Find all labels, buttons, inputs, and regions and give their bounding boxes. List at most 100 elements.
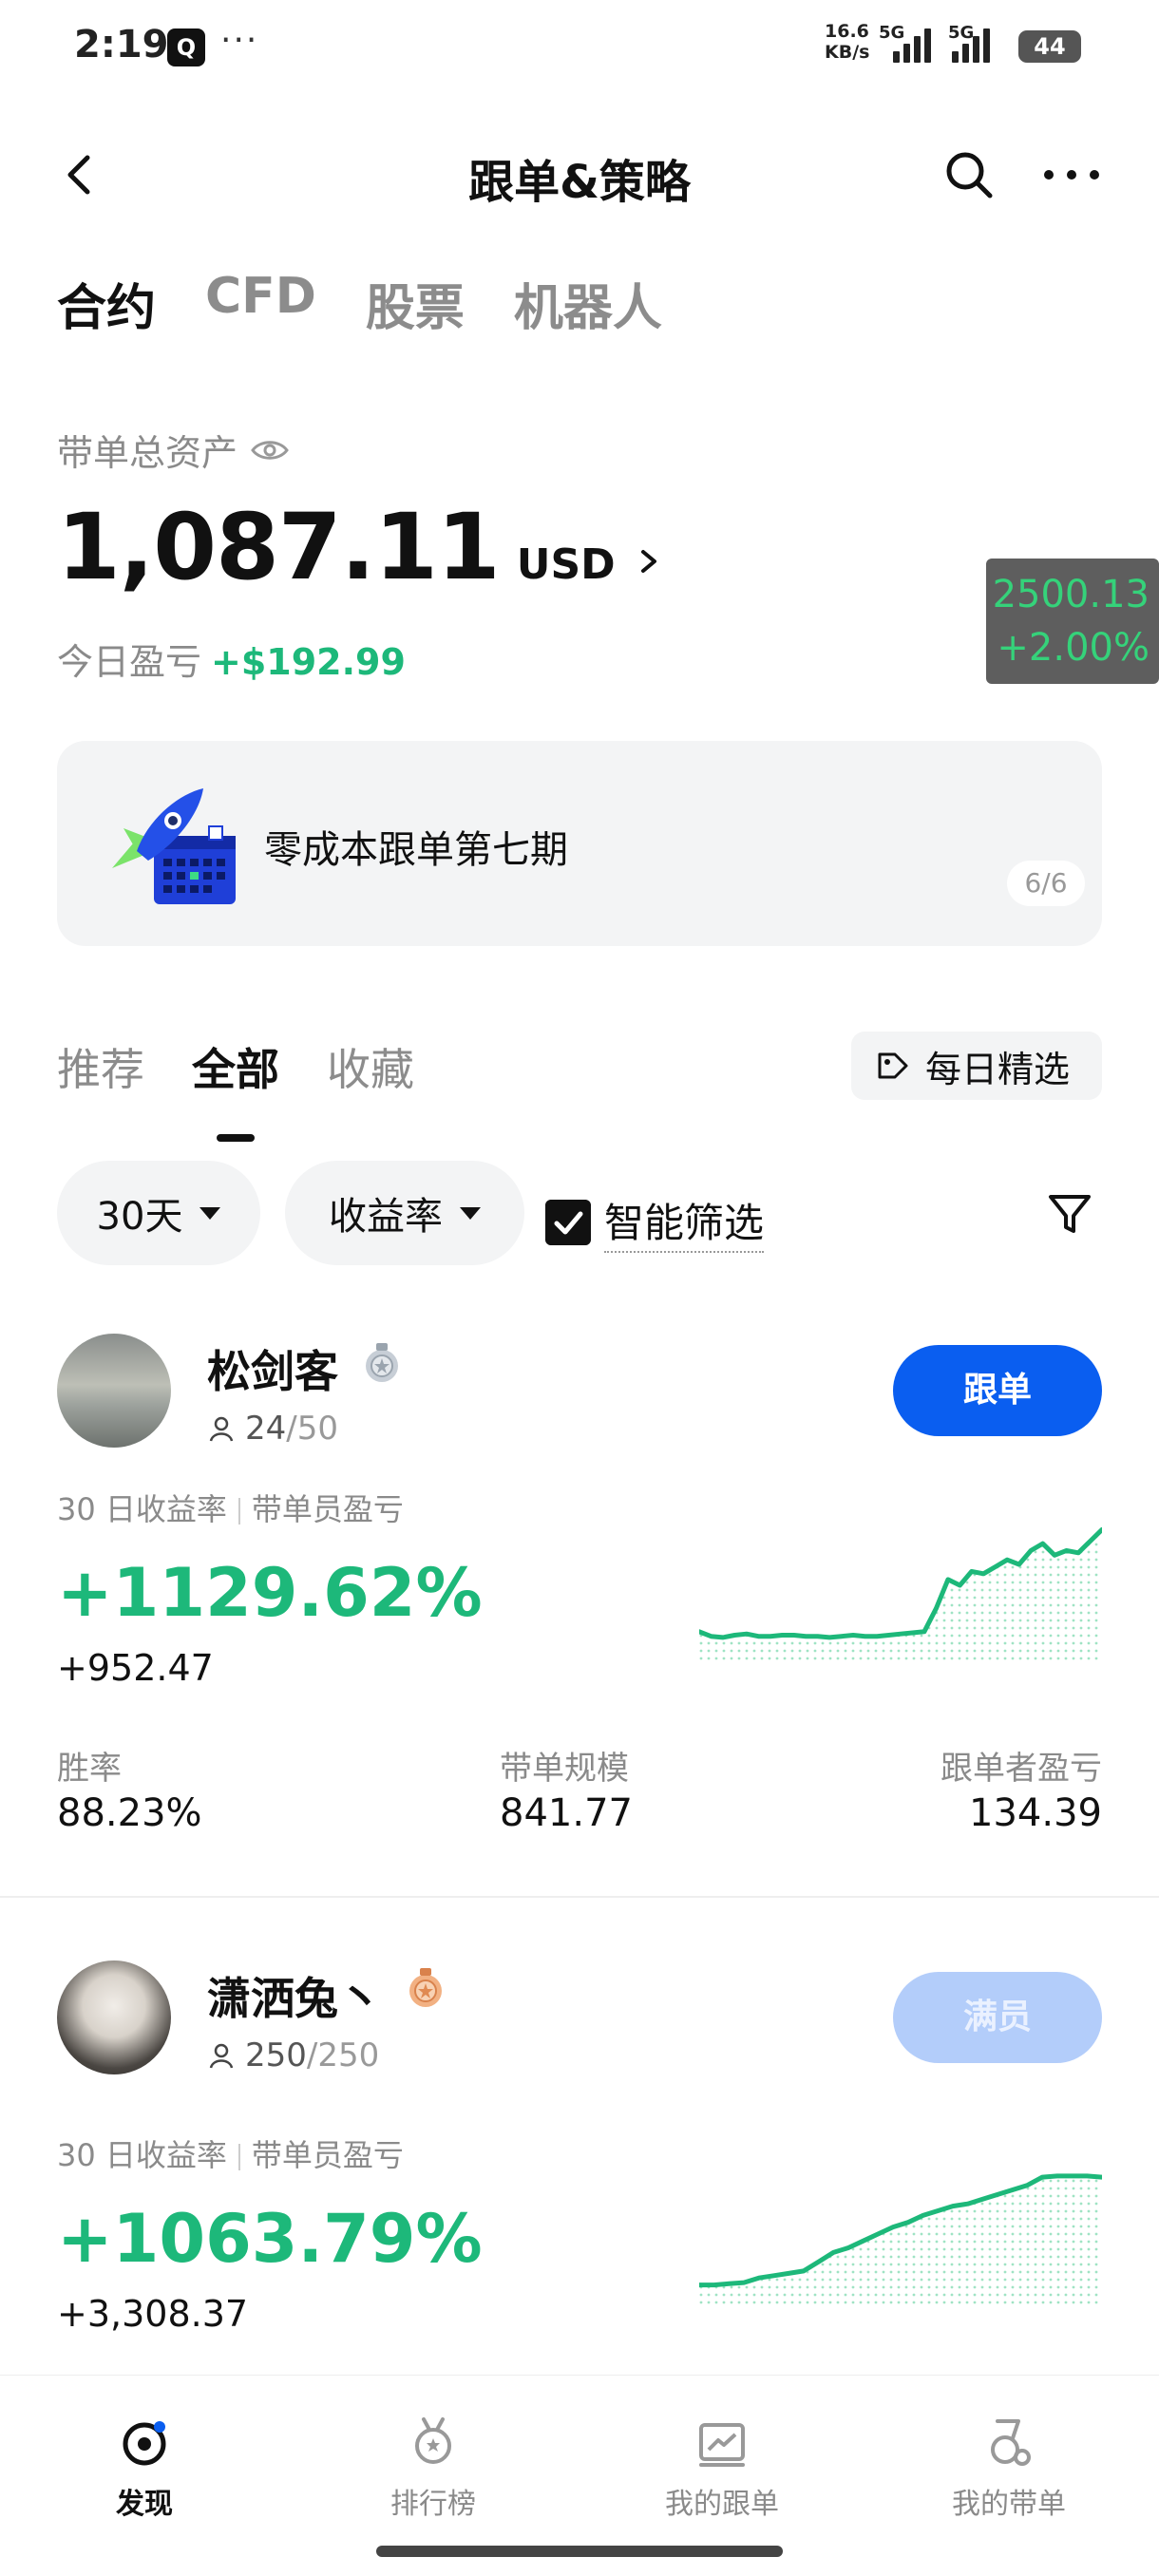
silver-medal-icon <box>366 1343 398 1382</box>
sort-dropdown[interactable]: 收益率 <box>285 1161 524 1265</box>
user-icon <box>209 2043 234 2069</box>
more-notifications-icon: ··· <box>220 21 259 60</box>
caret-down-icon <box>200 1206 221 1220</box>
lead-profit-value: +3,308.37 <box>57 2293 249 2335</box>
roi-sparkline <box>699 1526 1102 1662</box>
banner-title: 零成本跟单第七期 <box>264 828 568 872</box>
top-header: 跟单&策略 <box>0 123 1159 228</box>
eye-icon[interactable] <box>251 437 289 464</box>
follower-capacity: /250 <box>306 2036 380 2074</box>
lead-profit-value: +952.47 <box>57 1647 214 1689</box>
trader-name: 松剑客 <box>207 1346 338 1397</box>
tab-all[interactable]: 全部 <box>192 1035 279 1142</box>
nav-ranking-label: 排行榜 <box>390 2488 476 2521</box>
floating-change: +2.00% <box>997 626 1150 670</box>
follower-pnl-value: 134.39 <box>969 1791 1102 1835</box>
more-options-icon[interactable] <box>1041 148 1102 201</box>
search-icon[interactable] <box>940 146 998 203</box>
tab-bots[interactable]: 机器人 <box>514 268 662 339</box>
follower-pnl-label: 跟单者盈亏 <box>940 1750 1102 1788</box>
app-notification-icon: Q <box>167 28 205 66</box>
trader-card[interactable]: 潇洒兔丶 250/250 满员 30 日收益率 带单员盈亏 +1063.79% +… <box>0 1960 1159 2378</box>
product-tabs: 合约 CFD 股票 机器人 <box>57 268 662 339</box>
follower-count: 250/250 <box>207 2036 379 2074</box>
copy-trade-button[interactable]: 跟单 <box>893 1345 1102 1436</box>
user-icon <box>209 1416 234 1442</box>
tab-contract[interactable]: 合约 <box>57 268 156 339</box>
pnl-label: 带单员盈亏 <box>251 2137 404 2173</box>
promo-banner[interactable]: 零成本跟单第七期 6/6 <box>57 741 1102 946</box>
win-rate-value: 88.23% <box>57 1791 202 1835</box>
chevron-right-icon <box>640 550 656 573</box>
sort-value: 收益率 <box>329 1195 443 1239</box>
avatar[interactable] <box>57 1960 171 2074</box>
trader-list-tabs: 推荐 全部 收藏 <box>57 1035 414 1142</box>
ranking-icon <box>415 2417 451 2464</box>
home-indicator[interactable] <box>376 2546 783 2557</box>
nav-my-lead[interactable]: 我的带单 <box>914 2414 1104 2522</box>
trader-name: 潇洒兔丶 <box>207 1973 382 2024</box>
roi-label: 30 日收益率 <box>57 2137 227 2173</box>
signal-icon <box>893 28 931 63</box>
rocket-calendar-icon <box>112 788 236 904</box>
filter-icon[interactable] <box>1045 1189 1094 1239</box>
sparkline-area <box>699 2175 1102 2306</box>
tab-cfd[interactable]: CFD <box>205 268 316 339</box>
today-pnl-label: 今日盈亏 <box>57 641 202 683</box>
win-rate-label: 胜率 <box>57 1750 122 1788</box>
total-assets-row[interactable]: 1,087.11 USD <box>57 494 661 600</box>
aum-label: 带单规模 <box>500 1750 629 1788</box>
nav-my-copy[interactable]: 我的跟单 <box>627 2414 817 2522</box>
today-pnl-value: +$192.99 <box>211 641 406 683</box>
follower-current: 24 <box>245 1410 287 1448</box>
total-assets-label-row: 带单总资产 <box>57 424 289 476</box>
nav-ranking[interactable]: 排行榜 <box>338 2414 528 2522</box>
status-bar: 2:19 Q ··· 16.6 KB/s 5G 5G 44 <box>0 0 1159 91</box>
follower-capacity: /50 <box>286 1410 338 1448</box>
card-divider <box>0 1896 1159 1898</box>
filter-bar: 30天 收益率 智能筛选 <box>57 1161 1102 1265</box>
pnl-label: 带单员盈亏 <box>251 1491 404 1527</box>
sparkline-area <box>699 1529 1102 1662</box>
network-speed-unit: KB/s <box>825 42 870 63</box>
follower-current: 250 <box>245 2036 307 2074</box>
floating-price: 2500.13 <box>992 573 1150 616</box>
banner-pager: 6/6 <box>1007 861 1085 906</box>
daily-pick-button[interactable]: 每日精选 <box>851 1032 1102 1100</box>
metric-labels: 30 日收益率 带单员盈亏 <box>57 2131 404 2175</box>
period-dropdown[interactable]: 30天 <box>57 1161 260 1265</box>
battery-icon: 44 <box>1018 30 1081 63</box>
checkbox-checked-icon[interactable] <box>545 1199 591 1245</box>
my-lead-icon <box>991 2419 1031 2466</box>
roi-sparkline <box>699 2173 1102 2306</box>
full-button[interactable]: 满员 <box>893 1972 1102 2063</box>
nav-my-lead-label: 我的带单 <box>952 2488 1066 2521</box>
roi-label: 30 日收益率 <box>57 1491 227 1527</box>
total-assets-currency: USD <box>516 540 616 589</box>
aum-value: 841.77 <box>500 1791 633 1835</box>
total-assets-value: 1,087.11 <box>57 494 501 600</box>
trader-card[interactable]: 松剑客 24/50 跟单 30 日收益率 带单员盈亏 +1129.62% +952… <box>0 1334 1159 1894</box>
my-copy-icon <box>699 2423 745 2467</box>
network-speed-value: 16.6 <box>825 21 869 42</box>
caret-down-icon <box>460 1206 481 1220</box>
discover-icon <box>123 2421 166 2466</box>
tag-icon <box>878 1052 908 1079</box>
nav-discover-label: 发现 <box>116 2488 173 2521</box>
clock: 2:19 <box>74 23 169 66</box>
tab-favorites[interactable]: 收藏 <box>327 1035 414 1098</box>
smart-filter-toggle[interactable]: 智能筛选 <box>545 1191 765 1253</box>
floating-price-widget[interactable]: 2500.13 +2.00% <box>986 559 1159 684</box>
network-speed: 16.6 KB/s <box>825 21 869 63</box>
roi-value: +1063.79% <box>57 2200 483 2278</box>
total-assets-label: 带单总资产 <box>57 432 238 474</box>
tab-stocks[interactable]: 股票 <box>366 268 465 339</box>
smart-filter-label: 智能筛选 <box>604 1191 765 1253</box>
daily-pick-label: 每日精选 <box>925 1048 1071 1090</box>
tab-recommended[interactable]: 推荐 <box>57 1035 144 1098</box>
roi-value: +1129.62% <box>57 1554 483 1632</box>
avatar[interactable] <box>57 1334 171 1448</box>
nav-discover[interactable]: 发现 <box>49 2414 239 2522</box>
metric-labels: 30 日收益率 带单员盈亏 <box>57 1486 404 1529</box>
signal-icon-2 <box>952 28 990 63</box>
